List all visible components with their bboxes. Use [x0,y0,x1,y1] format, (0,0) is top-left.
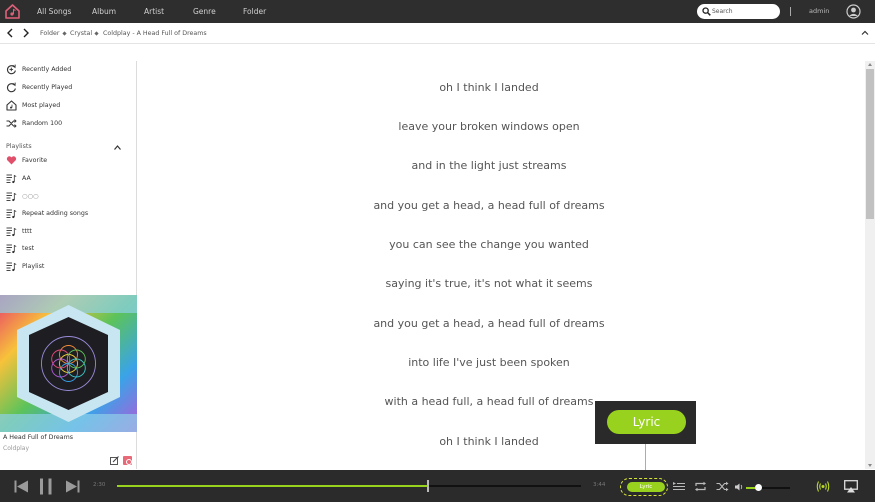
settings-icon[interactable] [123,456,132,465]
recently-played-icon [6,82,16,93]
sidebar-item-label: ○○○ [22,193,39,200]
sidebar-item-playlist[interactable]: Playlist [0,258,136,275]
heart-icon [6,156,17,165]
sidebar-item-label: test [22,245,35,252]
lyric-line: with a head full, a head full of dreams [384,395,594,408]
breadcrumb-crystal[interactable]: Crystal [70,23,92,44]
volume-icon[interactable] [735,483,744,491]
sidebar-item-label: Most played [22,102,61,109]
sidebar-item-recently-played[interactable]: Recently Played [0,79,136,96]
edit-icon[interactable] [110,456,119,465]
lyrics-panel: oh I think I landed leave your broken wi… [138,61,840,469]
sidebar-item-recently-added[interactable]: Recently Added [0,61,136,78]
user-avatar-icon[interactable] [846,4,861,19]
album-cover[interactable] [0,295,137,432]
collapse-playlists-icon[interactable] [113,144,122,151]
sidebar-item-label: tttt [22,228,32,235]
tab-genre[interactable]: Genre [193,0,216,23]
playlist-icon [6,227,17,237]
search-icon [702,7,711,16]
repeat-icon[interactable] [694,481,707,492]
volume-handle[interactable] [754,484,762,491]
back-icon[interactable] [4,27,16,39]
sidebar-item-label: AA [22,175,31,182]
breadcrumb-album: Coldplay - A Head Full of Dreams [103,30,207,37]
tab-artist[interactable]: Artist [144,0,164,23]
forward-icon[interactable] [20,27,32,39]
lyric-line: oh I think I landed [439,435,539,448]
lyric-line: into life I've just been spoken [408,356,570,369]
sidebar-item-playlist[interactable]: AA [0,170,136,187]
tab-all-songs[interactable]: All Songs [37,0,71,23]
progress-handle[interactable] [426,480,429,492]
now-playing-title[interactable]: A Head Full of Dreams [3,434,73,441]
app-logo-icon[interactable] [4,3,21,20]
sidebar-item-playlist[interactable]: Repeat adding songs [0,205,136,222]
tab-album[interactable]: Album [92,0,116,23]
progress-fill [117,485,428,487]
lyrics-scrollbar[interactable] [865,61,875,469]
breadcrumb-folder[interactable]: Folder [40,23,59,44]
scrollbar-thumb[interactable] [866,69,874,219]
divider [790,7,791,16]
lyric-line: and you get a head, a head full of dream… [373,317,605,330]
scroll-down-icon[interactable] [868,464,872,467]
sidebar-item-label: Repeat adding songs [22,210,89,217]
lyric-line: leave your broken windows open [398,120,580,133]
lyric-line: and you get a head, a head full of dream… [373,199,605,212]
lyric-callout-button[interactable]: Lyric [607,410,686,434]
search-placeholder: Search [712,8,733,15]
sidebar-item-playlist[interactable]: test [0,240,136,257]
total-time: 3:44 [593,482,606,488]
username[interactable]: admin [809,0,829,23]
player-bar: 2:30 3:44 Lyric [0,470,875,502]
lyric-button[interactable]: Lyric [627,482,665,492]
recently-added-icon [6,64,16,75]
airplay-icon[interactable] [844,480,858,493]
next-icon[interactable] [65,480,80,493]
lyric-line: saying it's true, it's not what it seems [385,277,593,290]
collapse-header-icon[interactable] [860,28,870,38]
scroll-up-icon[interactable] [868,63,872,66]
now-playing-artist[interactable]: Coldplay [3,445,29,452]
playlist-icon [6,262,17,272]
lyric-line: you can see the change you wanted [389,238,589,251]
playlist-icon [6,209,17,219]
most-played-icon [6,100,17,111]
elapsed-time: 2:30 [93,482,106,488]
sidebar-item-random-100[interactable]: Random 100 [0,115,136,132]
queue-list-icon[interactable] [673,481,685,492]
playlist-icon [6,192,17,202]
breadcrumb-separator [62,31,67,36]
tab-folder[interactable]: Folder [243,0,266,23]
volume-slider[interactable] [746,484,790,491]
playlist-icon [6,174,17,184]
sidebar-item-favorite[interactable]: Favorite [0,152,136,169]
sidebar-item-label: Favorite [22,157,48,164]
sidebar-item-label: Random 100 [22,120,63,127]
progress-slider[interactable] [117,480,581,492]
sidebar-item-label: Recently Played [22,84,73,91]
top-nav-bar: All Songs Album Artist Genre Folder Sear… [0,0,875,23]
sidebar-item-playlist[interactable]: tttt [0,223,136,240]
lyric-line: and in the light just streams [411,159,567,172]
sidebar-item-most-played[interactable]: Most played [0,97,136,114]
playlists-header: Playlists [6,143,32,150]
shuffle-icon[interactable] [716,481,729,492]
search-input[interactable]: Search [697,4,780,19]
pause-icon[interactable] [39,478,53,495]
previous-icon[interactable] [14,480,29,493]
sidebar-item-label: Recently Added [22,66,72,73]
breadcrumb-separator [94,31,99,36]
breadcrumb-bar: Folder Crystal Coldplay - A Head Full of… [0,23,875,44]
lyric-line: oh I think I landed [439,81,539,94]
shuffle-icon [6,119,17,128]
broadcast-icon[interactable] [816,480,830,493]
sidebar-item-playlist[interactable]: ○○○ [0,188,136,205]
sidebar-item-label: Playlist [22,263,45,270]
lyric-callout: Lyric [595,401,696,444]
playlist-icon [6,244,17,254]
